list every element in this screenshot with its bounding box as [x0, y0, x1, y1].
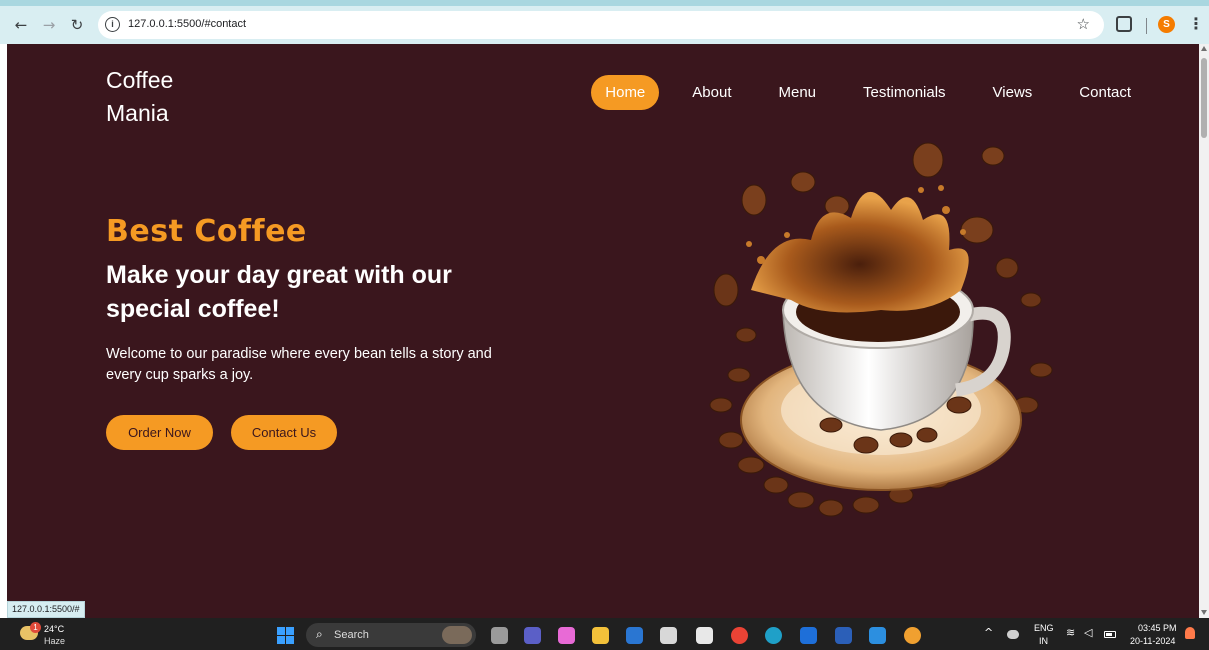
profile-avatar[interactable]: S: [1158, 16, 1175, 33]
chrome-icon[interactable]: [731, 627, 748, 644]
scroll-up-icon[interactable]: [1201, 46, 1207, 51]
hero-kicker: Best Coffee: [106, 214, 307, 249]
search-icon: ⌕: [316, 627, 323, 641]
wifi-icon[interactable]: ≋: [1066, 626, 1075, 639]
volume-icon[interactable]: ◁: [1084, 626, 1092, 639]
language-indicator[interactable]: ENG: [1034, 623, 1054, 633]
ms-store-icon[interactable]: [626, 627, 643, 644]
tray-overflow-icon[interactable]: ^: [984, 626, 993, 639]
scroll-down-icon[interactable]: [1201, 610, 1207, 615]
onedrive-icon[interactable]: [1007, 630, 1019, 639]
site-info-icon[interactable]: i: [105, 17, 120, 32]
order-now-button[interactable]: Order Now: [106, 415, 213, 450]
page-scrollbar[interactable]: [1199, 44, 1209, 618]
logo-line-2: Mania: [106, 100, 169, 126]
browser-menu-icon[interactable]: ⋮: [1188, 14, 1204, 33]
search-label: Search: [334, 629, 369, 641]
taskbar: 1 24°C Haze ⌕ Search ^ ENG IN ≋ ◁ 03:45 …: [0, 618, 1209, 650]
task-view-icon[interactable]: [491, 627, 508, 644]
file-explorer-icon[interactable]: [592, 627, 609, 644]
dropbox-icon[interactable]: [800, 627, 817, 644]
back-icon[interactable]: ←: [10, 14, 32, 36]
nav-testimonials[interactable]: Testimonials: [849, 75, 960, 110]
extensions-icon[interactable]: [1116, 16, 1132, 32]
hero-title: Make your day great with our special cof…: [106, 261, 452, 323]
weather-badge: 1: [30, 622, 41, 633]
teams-icon[interactable]: [524, 627, 541, 644]
vscode-icon[interactable]: [869, 627, 886, 644]
link-status-url: 127.0.0.1:5500/#: [7, 601, 85, 618]
scroll-thumb[interactable]: [1201, 58, 1207, 138]
amazon-app-icon[interactable]: [696, 627, 713, 644]
forward-icon[interactable]: →: [38, 14, 60, 36]
chrome-active-icon[interactable]: [904, 627, 921, 644]
nav-contact[interactable]: Contact: [1065, 75, 1145, 110]
search-highlight-icon: [442, 626, 472, 644]
nav-home[interactable]: Home: [591, 75, 660, 110]
clock-time[interactable]: 03:45 PM: [1138, 623, 1177, 633]
nav-views[interactable]: Views: [979, 75, 1047, 110]
copilot-icon[interactable]: [558, 627, 575, 644]
word-icon[interactable]: [835, 627, 852, 644]
amazon-icon[interactable]: [660, 627, 677, 644]
main-nav: Home About Menu Testimonials Views Conta…: [572, 75, 1145, 110]
start-menu-icon[interactable]: [277, 627, 294, 644]
browser-toolbar: ← → ↻ i 127.0.0.1:5500/#contact ☆ S ⋮: [0, 0, 1209, 44]
logo-line-1: Coffee: [106, 67, 174, 93]
page-viewport: Coffee Mania Home About Menu Testimonial…: [7, 44, 1199, 618]
battery-icon[interactable]: [1104, 631, 1116, 638]
weather-temperature[interactable]: 24°C: [44, 624, 64, 634]
notification-bell-icon[interactable]: [1185, 627, 1195, 639]
contact-us-button[interactable]: Contact Us: [231, 415, 337, 450]
coffee-cup-illustration: [709, 142, 1053, 517]
address-bar[interactable]: i 127.0.0.1:5500/#contact ☆: [98, 11, 1104, 39]
address-url[interactable]: 127.0.0.1:5500/#contact: [128, 18, 246, 30]
weather-description[interactable]: Haze: [44, 636, 65, 646]
toolbar-divider: [1146, 18, 1147, 34]
site-logo[interactable]: Coffee Mania: [106, 64, 226, 130]
bookmark-star-icon[interactable]: ☆: [1077, 15, 1090, 33]
nav-about[interactable]: About: [678, 75, 745, 110]
edge-icon[interactable]: [765, 627, 782, 644]
clock-date[interactable]: 20-11-2024: [1130, 636, 1175, 646]
taskbar-search[interactable]: ⌕ Search: [306, 623, 476, 647]
nav-menu[interactable]: Menu: [764, 75, 830, 110]
language-region[interactable]: IN: [1039, 636, 1048, 646]
hero-description: Welcome to our paradise where every bean…: [106, 346, 492, 383]
reload-icon[interactable]: ↻: [66, 14, 88, 36]
